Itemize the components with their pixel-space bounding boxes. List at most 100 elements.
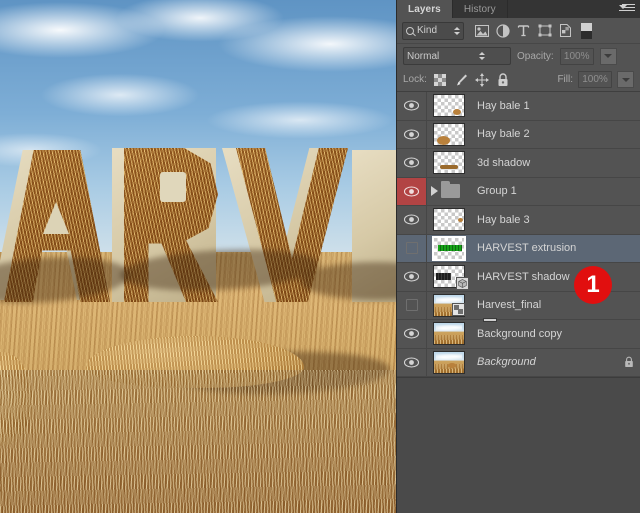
3d-layer-badge-icon bbox=[456, 277, 469, 291]
table-row[interactable]: Hay bale 3 bbox=[397, 206, 640, 235]
annotation-badge-1: 1 bbox=[574, 266, 612, 304]
thumbnail-dark-text bbox=[436, 273, 451, 281]
eye-icon bbox=[404, 271, 419, 282]
layer-name[interactable]: 3d shadow bbox=[469, 157, 618, 169]
layer-name[interactable]: Background bbox=[469, 356, 618, 368]
canvas-artwork[interactable] bbox=[0, 0, 396, 513]
layer-thumbnail-cell[interactable] bbox=[427, 350, 469, 374]
layer-thumbnail bbox=[433, 265, 469, 291]
layers-panel: Layers History Kind Normal Opacity: 100%… bbox=[396, 0, 640, 513]
lock-row: Lock: Fill: 100% bbox=[397, 68, 640, 92]
eye-off-icon bbox=[405, 242, 418, 255]
filter-kind-select[interactable]: Kind bbox=[402, 21, 464, 40]
blend-mode-value: Normal bbox=[407, 50, 440, 62]
layer-visibility-toggle[interactable] bbox=[397, 291, 427, 319]
fill-slider-button[interactable] bbox=[617, 71, 634, 88]
layer-thumbnail-cell[interactable] bbox=[427, 122, 469, 146]
layer-thumbnail-cell[interactable] bbox=[427, 208, 469, 232]
fill-input[interactable]: 100% bbox=[578, 71, 612, 88]
filter-smart-objects-icon[interactable] bbox=[555, 21, 576, 41]
blend-mode-select[interactable]: Normal bbox=[403, 47, 511, 65]
layer-visibility-toggle[interactable] bbox=[397, 92, 427, 120]
eye-icon bbox=[404, 129, 419, 140]
layer-thumbnail bbox=[433, 293, 465, 317]
eye-icon bbox=[404, 357, 419, 368]
opacity-input[interactable]: 100% bbox=[559, 47, 594, 65]
layer-name[interactable]: Background copy bbox=[469, 328, 618, 340]
blend-chevron-icon[interactable] bbox=[457, 52, 507, 60]
blend-opacity-row: Normal Opacity: 100% bbox=[397, 44, 640, 68]
photoshop-window: Layers History Kind Normal Opacity: 100%… bbox=[0, 0, 640, 513]
filter-shape-layers-icon[interactable] bbox=[534, 21, 555, 41]
table-row[interactable]: Background copy bbox=[397, 320, 640, 349]
layer-thumbnail bbox=[433, 151, 465, 175]
layer-thumbnail-cell[interactable] bbox=[427, 265, 469, 291]
layer-filter-row: Kind bbox=[397, 18, 640, 44]
layer-thumbnail bbox=[433, 322, 465, 346]
layer-visibility-toggle[interactable] bbox=[397, 320, 427, 348]
filter-kind-label: Kind bbox=[417, 25, 438, 36]
filter-pixel-layers-icon[interactable] bbox=[471, 21, 492, 41]
smart-object-badge-icon bbox=[452, 302, 465, 316]
panel-tab-bar: Layers History bbox=[397, 0, 640, 18]
tab-layers[interactable]: Layers bbox=[397, 0, 453, 18]
table-row[interactable]: 3d shadow bbox=[397, 149, 640, 178]
layer-thumbnail-cell[interactable] bbox=[427, 151, 469, 175]
lock-label: Lock: bbox=[403, 74, 427, 85]
filter-type-layers-icon[interactable] bbox=[513, 21, 534, 41]
layer-visibility-toggle[interactable] bbox=[397, 149, 427, 177]
lock-all-icon[interactable] bbox=[495, 72, 511, 88]
layer-name[interactable]: HARVEST extrusion bbox=[469, 242, 618, 254]
thumbnail-green-text bbox=[438, 244, 462, 251]
folder-icon bbox=[441, 181, 460, 199]
layer-visibility-toggle[interactable] bbox=[397, 177, 427, 205]
chevron-updown-icon[interactable] bbox=[453, 26, 460, 35]
eye-off-icon bbox=[405, 299, 418, 312]
layer-name[interactable]: Hay bale 2 bbox=[469, 128, 618, 140]
layer-visibility-toggle[interactable] bbox=[397, 263, 427, 291]
panel-empty-area bbox=[397, 377, 640, 513]
panel-menu-icon[interactable] bbox=[619, 4, 635, 14]
layer-visibility-toggle[interactable] bbox=[397, 348, 427, 376]
layer-visibility-toggle[interactable] bbox=[397, 206, 427, 234]
layer-list[interactable]: Hay bale 1 Hay bale 2 3d shadow Group 1 … bbox=[397, 92, 640, 377]
layer-thumbnail-cell[interactable] bbox=[427, 322, 469, 346]
eye-icon bbox=[404, 157, 419, 168]
tab-history[interactable]: History bbox=[453, 0, 508, 18]
table-row[interactable]: Hay bale 2 bbox=[397, 120, 640, 149]
lock-image-pixels-icon[interactable] bbox=[453, 72, 469, 88]
eye-icon bbox=[404, 214, 419, 225]
table-row[interactable]: Background bbox=[397, 348, 640, 377]
letter-r-counter bbox=[160, 172, 186, 202]
layer-drop-indicator bbox=[483, 318, 497, 322]
fill-label: Fill: bbox=[557, 74, 573, 85]
table-row[interactable]: HARVEST extrusion bbox=[397, 234, 640, 263]
filter-adjustment-layers-icon[interactable] bbox=[492, 21, 513, 41]
opacity-slider-button[interactable] bbox=[599, 47, 617, 65]
layer-locked-icon bbox=[618, 356, 640, 368]
group-expander-cell[interactable] bbox=[427, 181, 469, 199]
layer-visibility-toggle[interactable] bbox=[397, 234, 427, 262]
layer-thumbnail-cell[interactable] bbox=[427, 235, 469, 261]
lock-transparent-pixels-icon[interactable] bbox=[432, 72, 448, 88]
layer-name[interactable]: Hay bale 3 bbox=[469, 214, 618, 226]
layer-thumbnail bbox=[433, 208, 465, 232]
layer-thumbnail-cell[interactable] bbox=[427, 293, 469, 317]
layer-name[interactable]: Group 1 bbox=[469, 185, 618, 197]
eye-icon bbox=[404, 186, 419, 197]
table-row[interactable]: Hay bale 1 bbox=[397, 92, 640, 121]
search-icon bbox=[406, 26, 414, 35]
layer-thumbnail-cell[interactable] bbox=[427, 94, 469, 118]
layer-thumbnail bbox=[433, 94, 465, 118]
eye-icon bbox=[404, 328, 419, 339]
layer-thumbnail bbox=[433, 350, 465, 374]
layer-thumbnail bbox=[433, 122, 465, 146]
layer-visibility-toggle[interactable] bbox=[397, 120, 427, 148]
table-row[interactable]: Group 1 bbox=[397, 177, 640, 206]
chevron-right-icon[interactable] bbox=[431, 186, 438, 197]
filter-toggle-switch-icon[interactable] bbox=[576, 21, 597, 41]
layer-thumbnail bbox=[432, 235, 466, 261]
lock-position-icon[interactable] bbox=[474, 72, 490, 88]
layer-name[interactable]: Hay bale 1 bbox=[469, 100, 618, 112]
eye-icon bbox=[404, 100, 419, 111]
